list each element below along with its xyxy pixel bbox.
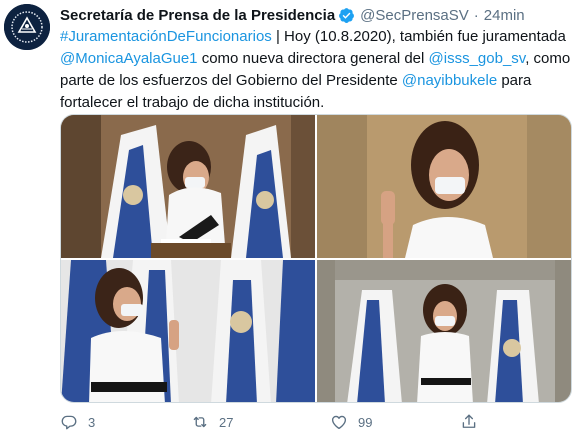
photo-signing[interactable] bbox=[61, 115, 315, 258]
tweet-text: #JuramentaciónDeFuncionarios | Hoy (10.8… bbox=[60, 26, 580, 114]
media-grid bbox=[60, 114, 572, 403]
mention-link[interactable]: @nayibbukele bbox=[402, 72, 497, 89]
mention-link[interactable]: @MonicaAyalaGue1 bbox=[60, 50, 198, 67]
el-salvador-coat-of-arms-icon bbox=[4, 4, 50, 50]
separator-dot: · bbox=[473, 6, 479, 24]
tweet-text-segment: parte de los esfuerzos del Gobierno del … bbox=[60, 72, 402, 89]
reply-button[interactable]: 3 bbox=[60, 410, 95, 434]
tweet-text-segment: como nueva directora general del bbox=[197, 50, 429, 67]
mention-link[interactable]: @isss_gob_sv bbox=[429, 50, 526, 67]
like-button[interactable]: 99 bbox=[330, 410, 372, 434]
author-display-name[interactable]: Secretaría de Prensa de la Presidencia bbox=[60, 7, 335, 24]
hashtag-link[interactable]: #JuramentaciónDeFuncionarios bbox=[60, 28, 272, 45]
share-button[interactable] bbox=[460, 410, 478, 434]
tweet-text-segment: para bbox=[497, 72, 532, 89]
photo-oath-side[interactable] bbox=[61, 260, 315, 402]
tweet-header: Secretaría de Prensa de la Presidencia @… bbox=[60, 4, 525, 26]
tweet[interactable]: Secretaría de Prensa de la Presidencia @… bbox=[0, 0, 588, 446]
tweet-text-line: @MonicaAyalaGue1 como nueva directora ge… bbox=[60, 48, 580, 70]
author-handle[interactable]: @SecPrensaSV bbox=[360, 7, 469, 24]
retweet-count: 27 bbox=[219, 414, 234, 430]
tweet-timestamp[interactable]: 24min bbox=[484, 7, 525, 24]
tweet-text-segment: , como bbox=[525, 50, 571, 67]
reply-icon bbox=[61, 415, 77, 430]
reply-count: 3 bbox=[88, 414, 96, 430]
photo-oath-wide[interactable] bbox=[317, 260, 571, 402]
heart-icon bbox=[331, 415, 347, 430]
share-icon bbox=[462, 414, 476, 428]
retweet-button[interactable]: 27 bbox=[191, 410, 233, 434]
retweet-icon bbox=[193, 416, 207, 428]
avatar[interactable] bbox=[4, 4, 50, 50]
photo-oath-closeup[interactable] bbox=[317, 115, 571, 258]
verified-badge-icon bbox=[338, 7, 355, 24]
tweet-text-line: parte de los esfuerzos del Gobierno del … bbox=[60, 70, 580, 92]
tweet-text-segment: fortalecer el trabajo de dicha instituci… bbox=[60, 94, 325, 111]
tweet-text-line: #JuramentaciónDeFuncionarios | Hoy (10.8… bbox=[60, 26, 580, 48]
like-count: 99 bbox=[358, 414, 373, 430]
tweet-text-segment: | Hoy (10.8.2020), también fue juramenta… bbox=[271, 28, 566, 45]
tweet-text-line: fortalecer el trabajo de dicha instituci… bbox=[60, 92, 580, 114]
tweet-actions: 3 27 99 bbox=[60, 410, 572, 434]
